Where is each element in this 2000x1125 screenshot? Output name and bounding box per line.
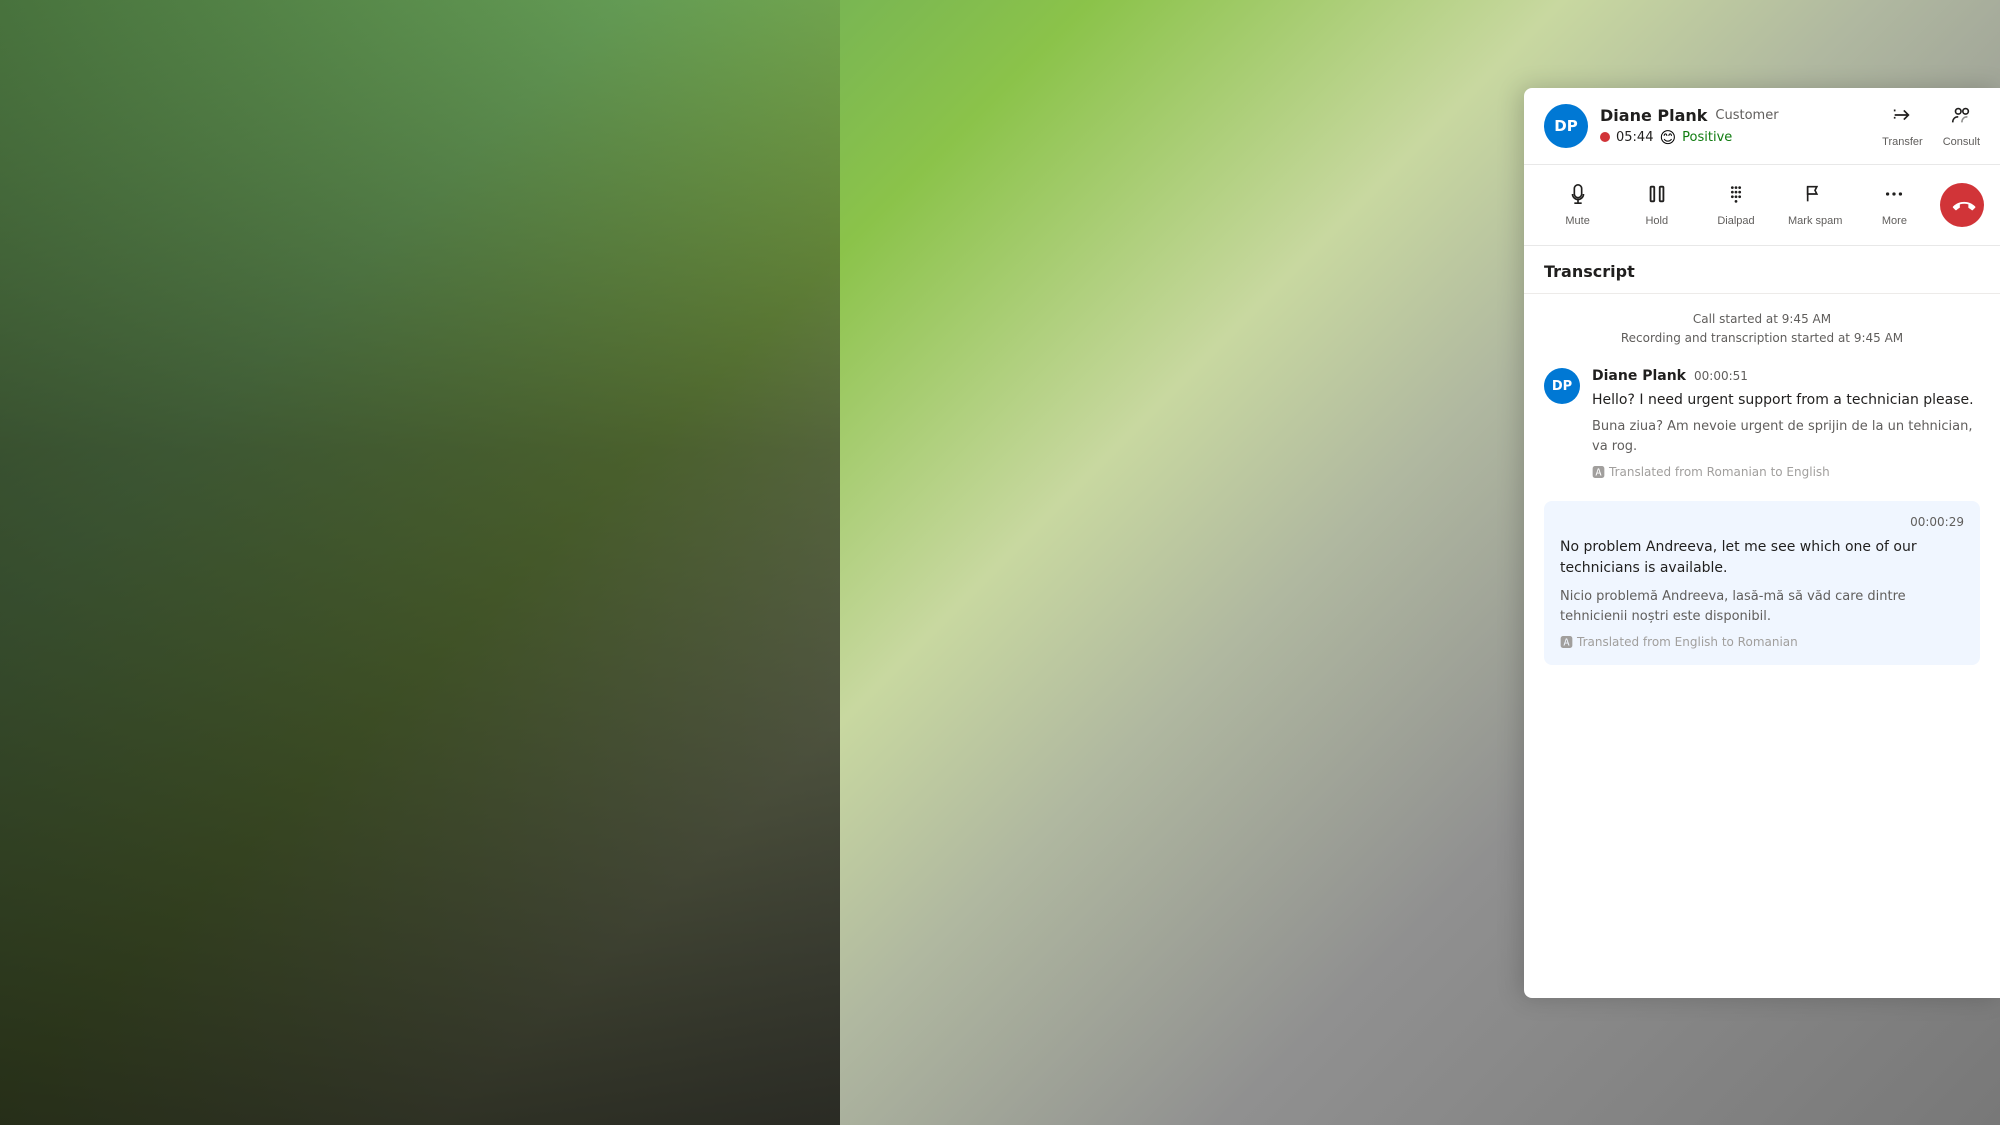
- agent-translation-text: Nicio problemă Andreeva, lasă-mă să văd …: [1560, 587, 1964, 626]
- transcript-title: Transcript: [1544, 262, 1980, 281]
- mute-icon: [1567, 183, 1589, 211]
- dialpad-icon: [1725, 183, 1747, 211]
- message-original-text: Hello? I need urgent support from a tech…: [1592, 390, 1980, 411]
- dialpad-button[interactable]: Dialpad: [1698, 175, 1773, 235]
- end-call-icon: [1944, 187, 1979, 222]
- message-meta: Diane Plank 00:00:51: [1592, 368, 1980, 384]
- transcript-body: Call started at 9:45 AM Recording and tr…: [1524, 294, 2000, 681]
- call-header: DP Diane Plank Customer 05:44 😊 Positive: [1524, 88, 2000, 165]
- sentiment-emoji: 😊: [1659, 128, 1676, 147]
- call-timer: 05:44: [1616, 130, 1653, 145]
- mark-spam-label: Mark spam: [1788, 215, 1842, 227]
- hold-button[interactable]: Hold: [1619, 175, 1694, 235]
- customer-avatar-msg: DP: [1544, 368, 1580, 404]
- call-panel: DP Diane Plank Customer 05:44 😊 Positive: [1524, 88, 2000, 998]
- header-actions: Transfer Consult: [1882, 104, 1980, 148]
- message-translation-text: Buna ziua? Am nevoie urgent de sprijin d…: [1592, 417, 1980, 456]
- caller-avatar: DP: [1544, 104, 1588, 148]
- end-call-button[interactable]: [1940, 183, 1984, 227]
- transfer-button[interactable]: Transfer: [1882, 104, 1923, 148]
- call-started-text: Call started at 9:45 AM: [1544, 310, 1980, 329]
- agent-message-1: 00:00:29 No problem Andreeva, let me see…: [1544, 501, 1980, 665]
- translate-icon: 🅰: [1592, 462, 1605, 481]
- message-time: 00:00:51: [1694, 369, 1748, 383]
- more-icon: [1883, 183, 1905, 211]
- transfer-label: Transfer: [1882, 136, 1923, 148]
- controls-bar: Mute Hold Dialpad: [1524, 165, 2000, 246]
- agent-original-text: No problem Andreeva, let me see which on…: [1560, 537, 1964, 579]
- agent-translation-note: 🅰 Translated from English to Romanian: [1560, 632, 1964, 651]
- consult-button[interactable]: Consult: [1943, 104, 1980, 148]
- hold-icon: [1646, 183, 1668, 211]
- mute-button[interactable]: Mute: [1540, 175, 1615, 235]
- consult-icon: [1950, 104, 1972, 132]
- recording-indicator: [1600, 132, 1610, 142]
- consult-label: Consult: [1943, 136, 1980, 148]
- translation-note: 🅰 Translated from Romanian to English: [1592, 462, 1980, 481]
- flag-icon: [1804, 183, 1826, 211]
- mute-label: Mute: [1565, 215, 1589, 227]
- caller-name: Diane Plank: [1600, 106, 1707, 125]
- hold-label: Hold: [1645, 215, 1668, 227]
- call-info-banner: Call started at 9:45 AM Recording and tr…: [1544, 310, 1980, 348]
- agent-translation-source: Translated from English to Romanian: [1577, 635, 1798, 649]
- sentiment-label: Positive: [1682, 130, 1732, 145]
- transcript-header: Transcript: [1524, 246, 2000, 294]
- transcript-section: Transcript Call started at 9:45 AM Recor…: [1524, 246, 2000, 998]
- customer-message-content: Diane Plank 00:00:51 Hello? I need urgen…: [1592, 368, 1980, 481]
- more-label: More: [1882, 215, 1907, 227]
- agent-message-time: 00:00:29: [1560, 515, 1964, 529]
- more-button[interactable]: More: [1857, 175, 1932, 235]
- dialpad-label: Dialpad: [1717, 215, 1754, 227]
- recording-started-text: Recording and transcription started at 9…: [1544, 329, 1980, 348]
- agent-translate-icon: 🅰: [1560, 632, 1573, 651]
- caller-role: Customer: [1715, 108, 1778, 123]
- mark-spam-button[interactable]: Mark spam: [1778, 175, 1853, 235]
- caller-info: Diane Plank Customer 05:44 😊 Positive: [1600, 106, 1870, 147]
- translation-source: Translated from Romanian to English: [1609, 465, 1830, 479]
- customer-message-1: DP Diane Plank 00:00:51 Hello? I need ur…: [1544, 368, 1980, 481]
- transfer-icon: [1891, 104, 1913, 132]
- message-sender: Diane Plank: [1592, 368, 1686, 384]
